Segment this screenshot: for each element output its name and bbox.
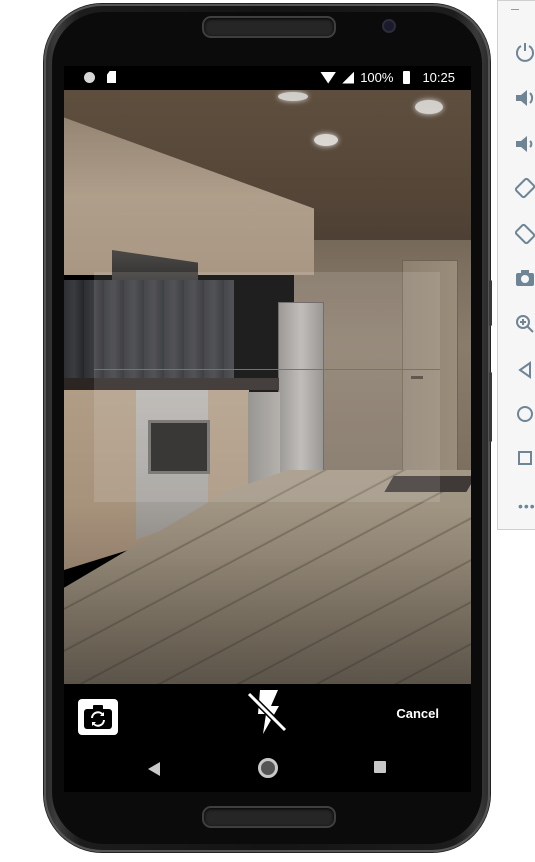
screenshot-icon[interactable] [514,267,535,289]
cancel-button[interactable]: Cancel [396,706,439,721]
volume-up-icon[interactable] [514,87,535,109]
signal-icon [342,71,355,84]
overview-icon[interactable] [514,447,535,469]
switch-camera-button[interactable] [78,699,118,735]
flash-toggle-button[interactable] [244,688,290,736]
sd-card-icon [107,71,116,83]
scan-frame [94,272,440,502]
camera-controls: Cancel [64,684,471,750]
bottom-speaker [202,806,336,828]
rotate-left-icon[interactable] [514,177,535,199]
scan-laser-line [94,369,440,370]
clock: 10:25 [422,70,455,85]
notification-circle-icon [84,71,95,83]
front-camera-lens [382,19,396,33]
minimize-icon[interactable] [511,9,519,10]
volume-hardware-button[interactable] [489,280,492,326]
power-hardware-button[interactable] [489,372,492,442]
status-bar-right: 100% 10:25 [320,70,455,85]
home-icon[interactable] [514,403,535,425]
volume-down-icon[interactable] [514,133,535,155]
camera-viewfinder[interactable] [64,90,471,684]
top-speaker [202,16,336,38]
more-icon[interactable]: ••• [518,498,535,514]
emulator-stage: 100% 10:25 Cancel ••• [0,0,535,862]
flash-off-icon [246,690,288,734]
back-icon[interactable] [514,359,535,381]
camera-switch-icon [84,705,112,729]
zoom-icon[interactable] [514,313,535,335]
navigation-bar [64,750,471,792]
rotate-right-icon[interactable] [514,223,535,245]
power-icon[interactable] [514,41,535,63]
battery-percentage: 100% [360,70,394,85]
device-screen: 100% 10:25 Cancel [64,66,471,792]
battery-icon [403,71,411,84]
back-icon[interactable] [148,762,160,776]
status-bar-left [84,71,116,83]
emulator-toolbar: ••• [497,0,535,530]
recents-icon[interactable] [374,761,386,773]
status-bar: 100% 10:25 [64,66,471,90]
wifi-icon [320,71,337,84]
home-icon[interactable] [258,758,278,778]
